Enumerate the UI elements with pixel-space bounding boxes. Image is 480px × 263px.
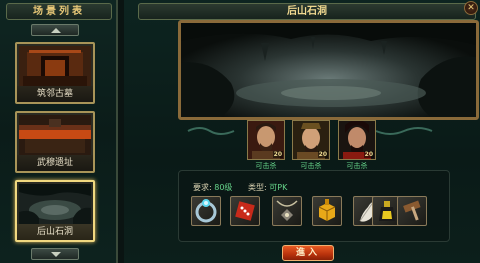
reward-item-slot[interactable]: [272, 196, 302, 226]
scroll-up-button[interactable]: [31, 24, 79, 36]
boss-level: 20: [272, 151, 283, 158]
reward-item-slot[interactable]: [312, 196, 342, 226]
cave-thumbnail: [19, 184, 91, 224]
reward-item-slot[interactable]: [191, 196, 221, 226]
cave-preview-image: [181, 23, 476, 117]
enter-button[interactable]: 進入: [282, 245, 334, 261]
reward-item-slot[interactable]: [397, 196, 427, 226]
chain-pendant-icon: [276, 200, 298, 221]
close-button[interactable]: ✕: [464, 1, 478, 15]
scroll-down-button[interactable]: [31, 248, 79, 260]
scroll-ornament-icon: [187, 127, 235, 135]
level-key: 要求:: [193, 183, 212, 192]
scene-list-title: 场景列表: [6, 3, 112, 20]
reward-item-slot[interactable]: [230, 196, 260, 226]
scene-item-ruins[interactable]: 武穆遗址: [15, 111, 95, 173]
level-requirement: 要求: 80级: [193, 182, 232, 193]
hammer-icon: [403, 200, 421, 221]
ruins-thumbnail: [19, 115, 91, 155]
scroll-ornament-icon: [375, 127, 433, 135]
level-value: 80级: [214, 183, 233, 192]
type-key: 类型:: [248, 183, 267, 192]
dice-icon: [235, 201, 255, 221]
boss-level: 20: [317, 151, 328, 158]
gold-box-icon: [318, 199, 336, 221]
scene-preview: [178, 20, 479, 120]
scene-label: 后山石洞: [17, 224, 93, 240]
type-value: 可PK: [269, 183, 288, 192]
boss-level: 20: [363, 151, 374, 158]
boss-portrait[interactable]: 20: [338, 120, 376, 160]
arrow-up-icon: [51, 28, 61, 33]
arrow-down-icon: [51, 252, 61, 257]
scene-title: 后山石洞: [138, 3, 476, 20]
boss-portrait[interactable]: 20: [247, 120, 285, 160]
scene-label: 筑邻古墓: [17, 86, 93, 102]
tomb-thumbnail: [19, 46, 91, 86]
scene-label: 武穆遗址: [17, 155, 93, 171]
type-requirement: 类型: 可PK: [248, 182, 287, 193]
scene-item-cave[interactable]: 后山石洞: [15, 180, 95, 242]
boss-portrait[interactable]: 20: [292, 120, 330, 160]
gem-ring-icon: [195, 199, 217, 223]
scene-list-panel: 场景列表 筑邻古墓 武穆遗址 后山石洞: [0, 0, 118, 263]
scene-item-tomb[interactable]: 筑邻古墓: [15, 42, 95, 104]
